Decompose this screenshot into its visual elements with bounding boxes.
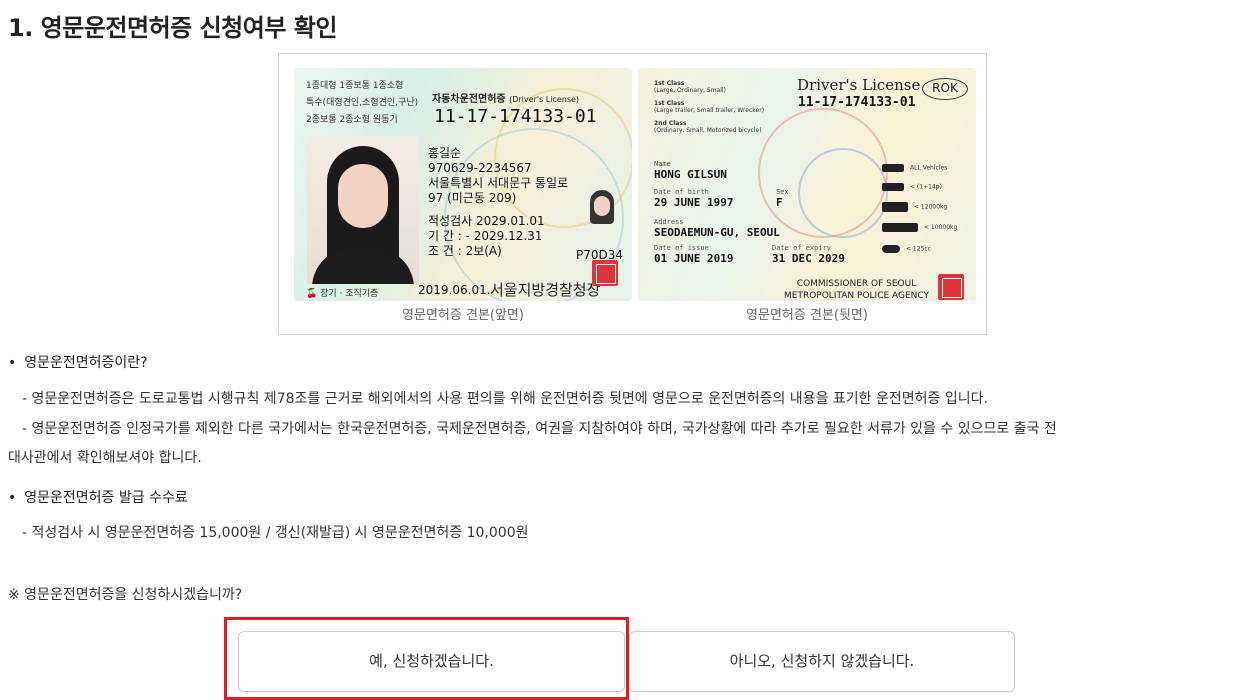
license-front-image: 1종대형 1종보통 1종소형 특수(대형견인,소형견인,구난) 2종보통 2종소… — [294, 68, 632, 301]
date-of-issue: Date of issue 01 JUNE 2019 — [654, 244, 734, 265]
apply-question: ※ 영문운전면허증을 신청하시겠습니까? — [8, 587, 243, 603]
vehicle-bus-icon: < 12000kg — [882, 202, 947, 212]
license-sample-frame: 1종대형 1종보통 1종소형 특수(대형견인,소형견인,구난) 2종보통 2종소… — [278, 53, 987, 335]
page-title: 1. 영문운전면허증 신청여부 확인 — [8, 14, 337, 42]
sex: Sex F — [776, 188, 789, 209]
license-holder-info: 홍길순 970629-2234567 서울특별시 서대문구 통일로 97 (미근… — [428, 146, 569, 258]
section-heading-fee: 영문운전면허증 발급 수수료 — [8, 487, 187, 507]
license-number-en: 11-17-174133-01 — [798, 95, 916, 110]
license-classes: 1종대형 1종보통 1종소형 특수(대형견인,소형견인,구난) 2종보통 2종소… — [306, 81, 419, 125]
section-fee-line1: - 적성검사 시 영문운전면허증 15,000원 / 갱신(재발급) 시 영문운… — [22, 525, 529, 541]
vehicle-van-icon: < (1+14p) — [882, 183, 942, 191]
date-of-birth: Date of birth 29 JUNE 1997 — [654, 188, 734, 209]
section-heading-what: 영문운전면허증이란? — [8, 352, 147, 372]
vehicle-car-icon: ALL Vehicles — [882, 164, 947, 172]
section-what-line2: - 영문운전면허증 인정국가를 제외한 다른 국가에서는 한국운전면허증, 국제… — [22, 421, 1057, 437]
official-seal — [592, 260, 618, 286]
license-number: 11-17-174133-01 — [434, 106, 597, 127]
apply-yes-button[interactable]: 예, 신청하겠습니다. — [238, 631, 625, 692]
country-code: ROK — [922, 78, 968, 100]
license-classes-en: 1st Class (Large, Ordinary, Small) 1st C… — [654, 80, 765, 134]
official-seal-back — [938, 274, 964, 300]
issuer: 서울지방경찰청장 — [490, 281, 601, 299]
license-photo — [307, 136, 419, 284]
date-of-expiry: Date of expiry 31 DEC 2029 — [772, 244, 845, 265]
license-title-en: Driver's License — [797, 76, 921, 94]
back-caption: 영문면허증 견본(뒷면) — [746, 308, 868, 323]
holder-name: Name HONG GILSUN — [654, 160, 727, 181]
organ-donor-badge: 🍒 장기 · 조직기증 — [306, 289, 379, 299]
license-title: 자동차운전면허증 (Driver's License) — [432, 94, 580, 105]
front-caption: 영문면허증 견본(앞면) — [402, 308, 524, 323]
issue-date: 2019.06.01. — [418, 283, 491, 297]
address: Address SEODAEMUN-GU, SEOUL — [654, 218, 780, 239]
license-small-photo — [584, 188, 620, 236]
vehicle-truck-icon: < 10000kg — [882, 223, 957, 232]
vehicle-motorcycle-icon: < 125cc — [882, 245, 931, 253]
section-what-line1: - 영문운전면허증은 도로교통법 시행규칙 제78조를 근거로 해외에서의 사용… — [22, 391, 988, 407]
section-what-line3: 대사관에서 확인해보셔야 합니다. — [8, 450, 202, 466]
commissioner: COMMISSIONER OF SEOUL METROPOLITAN POLIC… — [784, 279, 930, 301]
apply-no-button[interactable]: 아니오, 신청하지 않겠습니다. — [629, 631, 1015, 692]
license-back-image: 1st Class (Large, Ordinary, Small) 1st C… — [638, 68, 976, 301]
